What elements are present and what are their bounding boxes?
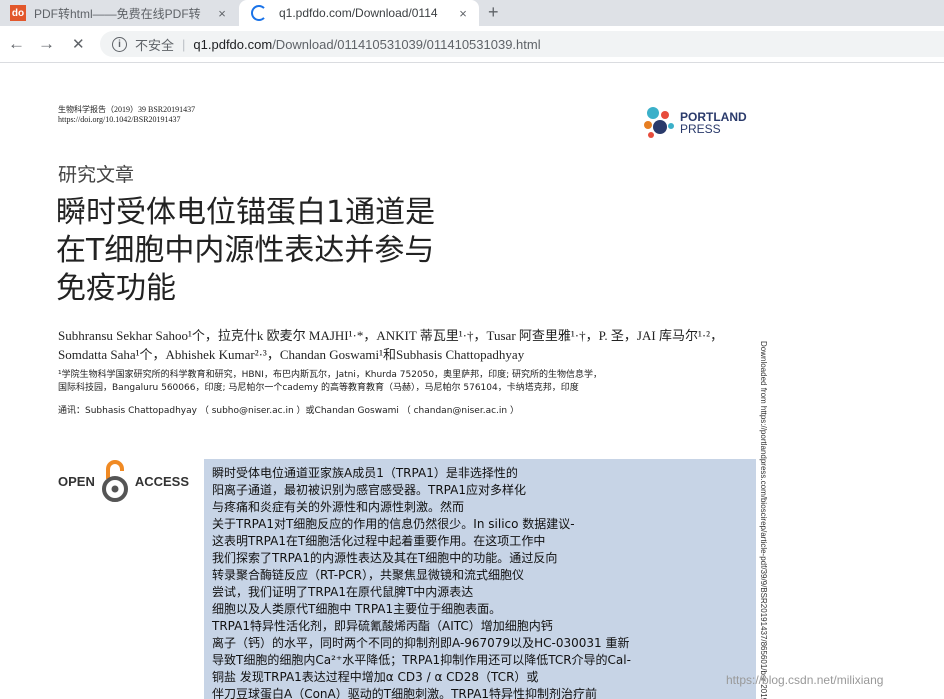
article-title: 瞬时受体电位锚蛋白1通道是 在T细胞中内源性表达并参与 免疫功能 [56, 194, 435, 308]
do-favicon-icon: do [10, 5, 26, 21]
close-tab-icon[interactable]: × [455, 6, 471, 21]
abstract-line: TRPA1特异性活化剂，即异硫氰酸烯丙酯（AITC）增加细胞内钙 [212, 619, 553, 633]
abstract-line: 我们探索了TRPA1的内源性表达及其在T细胞中的功能。通过反向 [212, 551, 558, 565]
new-tab-button[interactable]: + [488, 2, 499, 23]
affiliation-line: ¹学院生物科学国家研究所的科学教育和研究，HBNI，布巴内斯瓦尔，Jatni，K… [58, 370, 603, 380]
loading-spinner-icon [251, 5, 267, 21]
portland-press-logo: PORTLAND PRESS [641, 105, 747, 144]
abstract-line: 阳离子通道，最初被识别为感官感受器。TRPA1应对多样化 [212, 483, 526, 497]
section-label: 研究文章 [58, 164, 135, 186]
pdf-page: 生物科学报告（2019）39 BSR20191437 https://doi.o… [0, 63, 944, 699]
security-label: 不安全 [135, 37, 175, 53]
close-tab-icon[interactable]: × [214, 6, 230, 21]
oa-access-text: ACCESS [134, 473, 190, 489]
separator: | [182, 36, 186, 52]
abstract-line: 与疼痛和炎症有关的外源性和内源性刺激。然而 [212, 500, 465, 514]
authors-line: Somdatta Saha¹个，Abhishek Kumar²·³，Chanda… [58, 347, 525, 362]
logo-text-press: PRESS [680, 122, 721, 136]
stop-loading-icon[interactable]: ✕ [72, 35, 85, 53]
abstract-line: 转录聚合酶链反应（RT-PCR），共聚焦显微镜和流式细胞仪 [212, 568, 524, 582]
journal-citation: 生物科学报告（2019）39 BSR20191437 https://doi.o… [58, 105, 195, 125]
tab-title: PDF转html——免费在线PDF转 [34, 6, 201, 21]
open-lock-icon [101, 460, 128, 502]
abstract-line: 细胞以及人类原代T细胞中 TRPA1主要位于细胞表面。 [212, 602, 502, 616]
url-host: q1.pdfdo.com [193, 36, 273, 52]
title-line: 免疫功能 [56, 271, 176, 306]
affiliation-line: 国际科技园，Bangaluru 560066，印度; 马尼帕尔一个cademy … [58, 383, 579, 393]
abstract-line: 伴刀豆球蛋白A（ConA）驱动的T细胞刺激。TRPA1特异性抑制剂治疗前 [212, 687, 598, 699]
watermark: https://blog.csdn.net/milixiang [726, 673, 884, 687]
abstract-line: 离子（钙）的水平，同时两个不同的抑制剂即A-967079以及HC-030031 … [212, 636, 630, 650]
correspondence: 通讯：Subhasis Chattopadhyay （ subho@niser.… [58, 406, 519, 416]
title-line: 瞬时受体电位锚蛋白1通道是 [56, 195, 436, 230]
doi-link[interactable]: https://doi.org/10.1042/BSR20191437 [58, 115, 195, 125]
journal-line: 生物科学报告（2019）39 BSR20191437 [58, 105, 196, 114]
tab-pdf-converter[interactable]: do PDF转html——免费在线PDF转 × [0, 0, 238, 26]
affiliations: ¹学院生物科学国家研究所的科学教育和研究，HBNI，布巴内斯瓦尔，Jatni，K… [58, 369, 602, 395]
abstract-line: 导致T细胞的细胞内Ca²⁺水平降低；TRPA1抑制作用还可以降低TCR介导的Ca… [212, 653, 631, 667]
abstract-line: 尝试，我们证明了TRPA1在原代鼠脾T中内源表达 [212, 585, 474, 599]
abstract-line: 铜盐 发现TRPA1表达过程中增加α CD3 / α CD28（TCR）或 [212, 670, 539, 684]
oa-open-text: OPEN [58, 473, 95, 489]
tab-title: q1.pdfdo.com/Download/0114 [279, 6, 438, 20]
abstract-line: 这表明TRPA1在T细胞活化过程中起着重要作用。在这项工作中 [212, 534, 546, 548]
author-list: Subhransu Sekhar Sahoo¹个，拉克什k 欧麦尔 MAJHI¹… [58, 326, 858, 364]
browser-toolbar: ← → ✕ i 不安全 | q1.pdfdo.com/Download/0114… [0, 26, 944, 63]
url-path: /Download/011410531039/011410531039.html [272, 36, 541, 52]
title-line: 在T细胞中内源性表达并参与 [56, 233, 435, 268]
abstract-line: 瞬时受体电位通道亚家族A成员1（TRPA1）是非选择性的 [212, 466, 518, 480]
address-bar[interactable]: i 不安全 | q1.pdfdo.com/Download/0114105310… [100, 31, 944, 57]
abstract-text: 瞬时受体电位通道亚家族A成员1（TRPA1）是非选择性的 阳离子通道，最初被识别为… [212, 465, 631, 699]
info-icon[interactable]: i [112, 36, 127, 52]
download-sidenote: Downloaded from https://portlandpress.co… [759, 341, 768, 699]
authors-line: Subhransu Sekhar Sahoo¹个，拉克什k 欧麦尔 MAJHI¹… [58, 328, 724, 343]
tab-active-download[interactable]: q1.pdfdo.com/Download/0114 × [239, 0, 479, 26]
portland-dots-icon [644, 107, 674, 138]
back-arrow-icon[interactable]: ← [8, 34, 25, 54]
forward-arrow-icon[interactable]: → [38, 34, 55, 54]
abstract-box: 瞬时受体电位通道亚家族A成员1（TRPA1）是非选择性的 阳离子通道，最初被识别为… [204, 459, 756, 699]
tab-strip: do PDF转html——免费在线PDF转 × q1.pdfdo.com/Dow… [0, 0, 944, 26]
open-access-badge: OPEN ACCESS [58, 459, 189, 503]
abstract-line: 关于TRPA1对T细胞反应的作用的信息仍然很少。In silico 数据建议- [212, 517, 575, 531]
